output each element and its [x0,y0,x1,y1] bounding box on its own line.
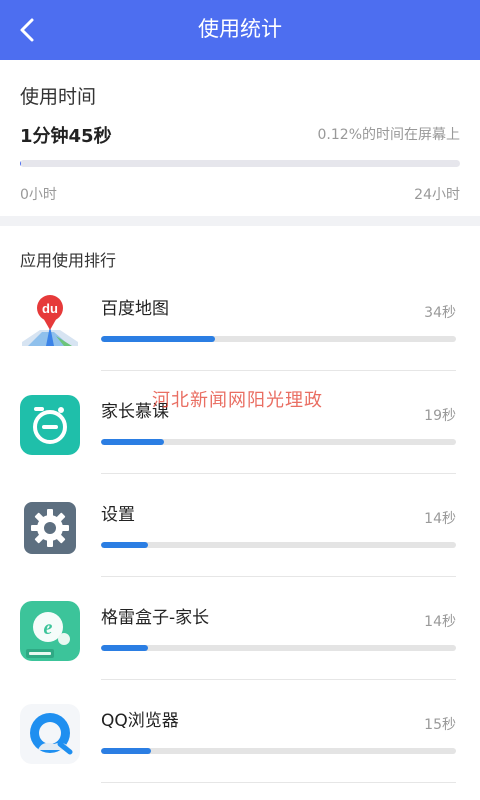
app-ranking-list: du 百度地图 34秒 家长慕课 19秒 设置 14秒 e 格雷盒子-家长 14… [0,268,480,783]
daily-usage-bar [20,160,460,167]
svg-text:du: du [42,301,58,316]
usage-time-label: 使用时间 [20,86,97,108]
app-usage-bar [101,645,456,651]
app-usage-bar-fill [101,439,165,445]
usage-summary: 使用时间 1分钟45秒 0.12%的时间在屏幕上 0小时 24小时 [0,60,480,216]
usage-duration: 1分钟45秒 [20,126,112,147]
qq-browser-icon [20,704,80,764]
app-time: 15秒 [424,717,456,733]
axis-min-label: 0小时 [20,187,57,203]
parent-mooc-icon [20,395,80,455]
app-name: 百度地图 [101,299,169,319]
app-name: 设置 [101,505,135,525]
app-time: 14秒 [424,614,456,630]
app-usage-bar-fill [101,336,215,342]
app-usage-bar [101,748,456,754]
daily-usage-bar-fill [20,160,21,167]
page-title: 使用统计 [198,17,282,41]
app-time: 19秒 [424,408,456,424]
app-row-settings[interactable]: 设置 14秒 [0,474,480,577]
settings-gear-icon [20,498,80,558]
app-name: QQ浏览器 [101,711,179,731]
app-row-baidu-map[interactable]: du 百度地图 34秒 [0,268,480,371]
svg-text:e: e [44,617,53,639]
app-name: 格雷盒子-家长 [101,608,210,628]
app-usage-bar [101,336,456,342]
gray-box-parent-icon: e [20,601,80,661]
section-divider [0,216,480,226]
watermark: 河北新闻网阳光理政 [152,390,323,411]
baidu-map-icon: du [20,292,80,352]
app-time: 34秒 [424,305,456,321]
app-usage-bar-fill [101,542,148,548]
row-separator [101,782,456,783]
app-usage-bar [101,542,456,548]
app-row-qq-browser[interactable]: QQ浏览器 15秒 [0,680,480,783]
app-row-gray-box[interactable]: e 格雷盒子-家长 14秒 [0,577,480,680]
screen-time-percent: 0.12%的时间在屏幕上 [317,127,460,143]
app-usage-bar-fill [101,748,152,754]
top-bar: 使用统计 [0,0,480,60]
app-usage-bar-fill [101,645,148,651]
axis-max-label: 24小时 [414,187,460,203]
app-usage-bar [101,439,456,445]
app-time: 14秒 [424,511,456,527]
